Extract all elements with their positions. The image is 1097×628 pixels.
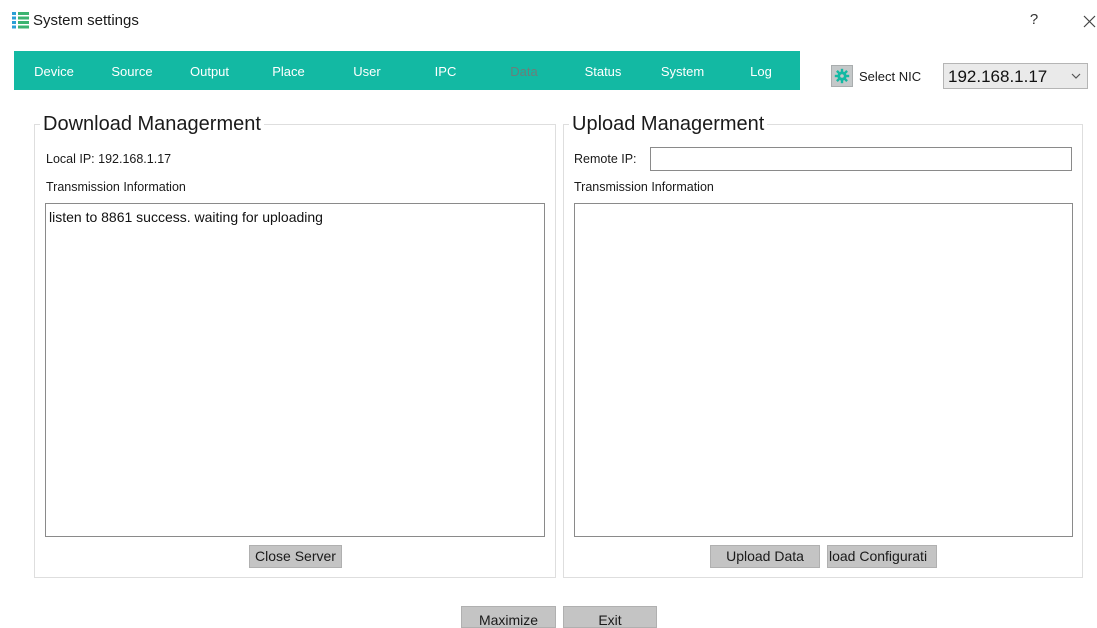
download-group-title: Download Managerment [40, 112, 264, 136]
app-list-icon [12, 12, 29, 29]
upload-group-title: Upload Managerment [569, 112, 768, 136]
nic-settings-button[interactable] [831, 65, 853, 87]
local-ip-label: Local IP: 192.168.1.17 [46, 152, 172, 166]
tab-user[interactable]: User [328, 51, 406, 90]
nic-selected-value: 192.168.1.17 [948, 67, 1048, 86]
close-server-button[interactable]: Close Server [249, 545, 342, 568]
tab-ipc[interactable]: IPC [406, 51, 485, 90]
download-log-text: listen to 8861 success. waiting for uplo… [49, 209, 323, 225]
tab-status[interactable]: Status [563, 51, 643, 90]
gear-icon [834, 68, 850, 84]
tab-source[interactable]: Source [94, 51, 170, 90]
upload-configuration-button[interactable]: load Configurati [827, 545, 937, 568]
upload-transmission-label: Transmission Information [574, 180, 714, 194]
tab-device[interactable]: Device [14, 51, 94, 90]
exit-button[interactable]: Exit [563, 606, 657, 628]
download-transmission-log[interactable]: listen to 8861 success. waiting for uplo… [45, 203, 545, 537]
tab-place[interactable]: Place [249, 51, 328, 90]
upload-data-button[interactable]: Upload Data [710, 545, 820, 568]
tab-output[interactable]: Output [170, 51, 249, 90]
chevron-down-icon [1071, 73, 1081, 79]
close-icon[interactable] [1080, 12, 1097, 30]
tab-system[interactable]: System [643, 51, 722, 90]
maximize-button[interactable]: Maximize [461, 606, 556, 628]
remote-ip-label: Remote IP: [574, 152, 637, 166]
window-title: System settings [33, 12, 139, 29]
download-transmission-label: Transmission Information [46, 180, 186, 194]
upload-transmission-log[interactable] [574, 203, 1073, 537]
tab-bar: Device Source Output Place User IPC Data… [14, 51, 800, 90]
nic-dropdown[interactable]: 192.168.1.17 [943, 63, 1088, 89]
remote-ip-input[interactable] [650, 147, 1072, 171]
help-button[interactable]: ? [1027, 10, 1041, 30]
tab-data[interactable]: Data [485, 51, 563, 90]
tab-log[interactable]: Log [722, 51, 800, 90]
nic-label: Select NIC [859, 69, 922, 84]
